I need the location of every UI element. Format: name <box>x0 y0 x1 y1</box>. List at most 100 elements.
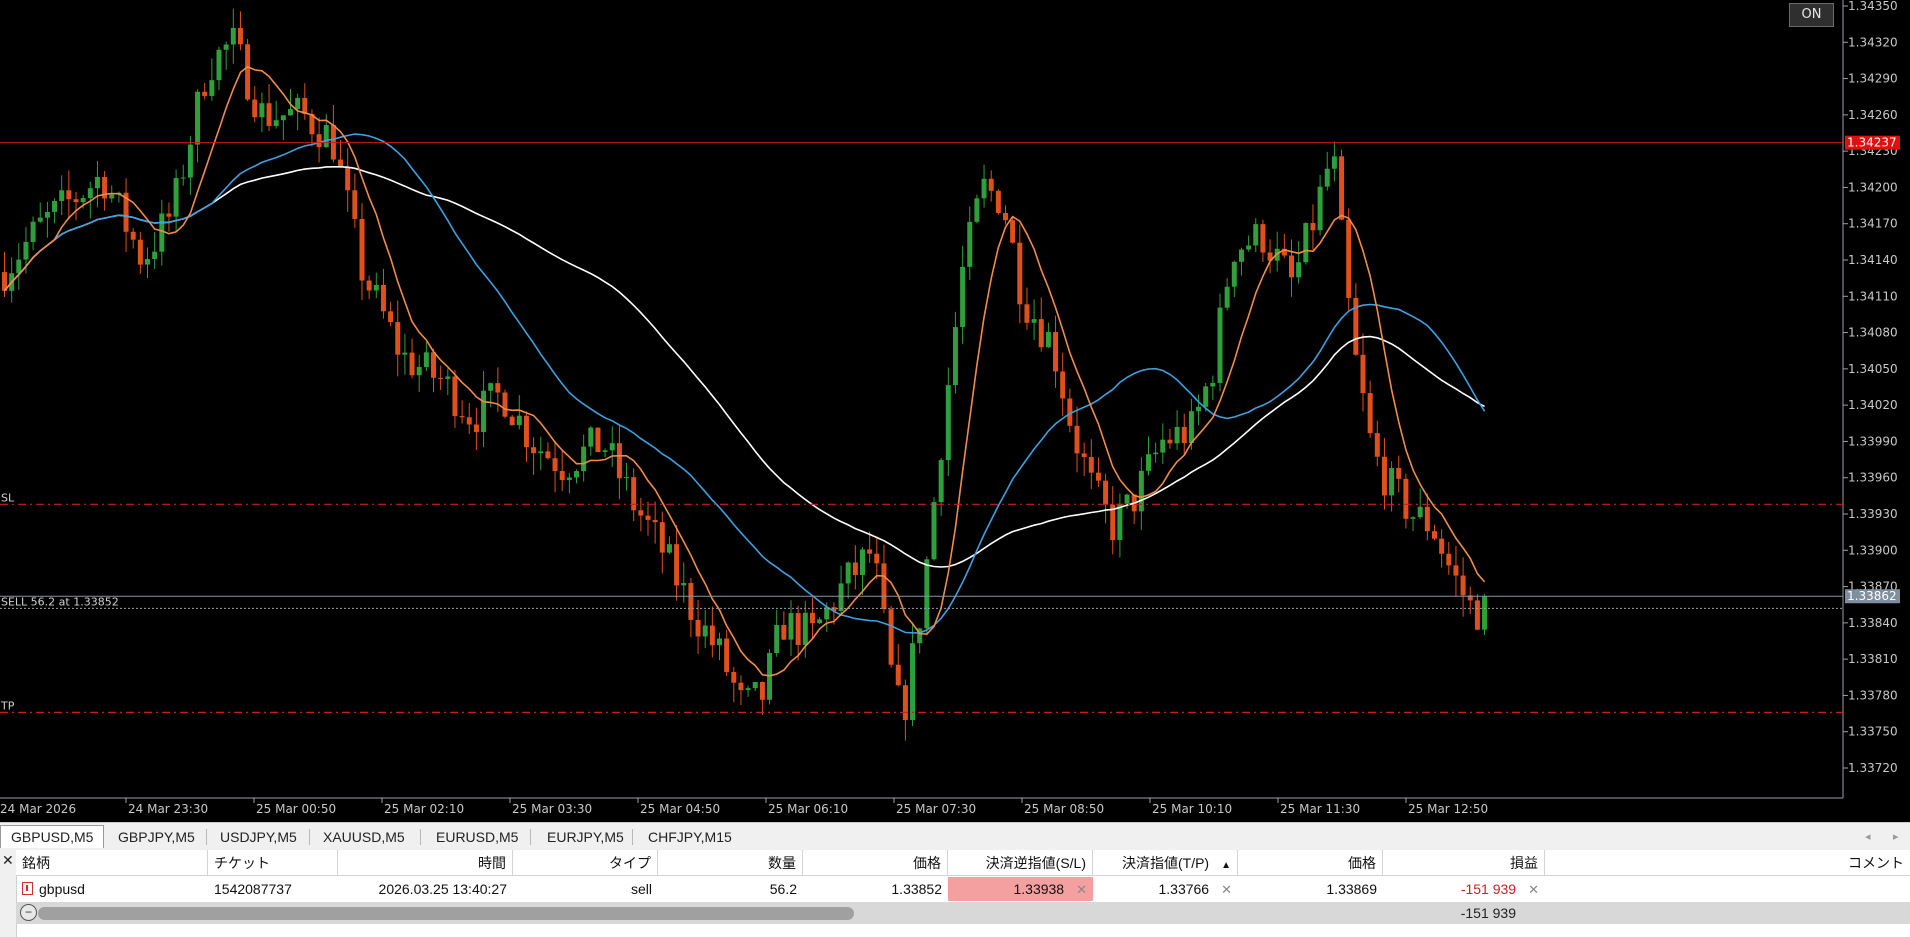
column-header-ticket[interactable]: チケット <box>208 850 338 876</box>
bull-candle <box>259 103 265 118</box>
bull-candle <box>717 638 722 646</box>
bear-candle <box>674 544 680 586</box>
column-header-current-price[interactable]: 価格 <box>1238 850 1383 876</box>
bull-candle <box>1210 382 1216 387</box>
column-header-time[interactable]: 時間 <box>338 850 513 876</box>
column-header-label: 数量 <box>768 855 796 871</box>
bull-candle <box>974 198 980 222</box>
bear-candle <box>316 134 322 148</box>
price-chart[interactable]: 1.34350 1.34320 1.34290 1.34260 1.34230 1.342… <box>0 0 1910 822</box>
tab-separator <box>420 829 421 845</box>
bear-candle <box>266 103 272 126</box>
bull-candle <box>860 549 865 575</box>
bull-candle <box>681 583 687 586</box>
price-tick-label: 1.33780 <box>1848 688 1898 702</box>
column-header-volume[interactable]: 数量 <box>658 850 803 876</box>
bull-candle <box>30 221 36 242</box>
chart-canvas[interactable]: 1.343501.343201.342901.342601.342301.342… <box>0 0 1910 822</box>
bull-candle <box>952 327 958 386</box>
horizontal-scrollbar[interactable]: − <box>16 902 1910 924</box>
sort-ascending-icon: ▲ <box>1221 860 1231 871</box>
tab-gbpusd-m5[interactable]: GBPUSD,M5 <box>0 825 105 848</box>
cell-profit[interactable]: -151 939 ✕ <box>1383 877 1545 901</box>
bear-candle <box>638 510 644 516</box>
bull-candle <box>1138 470 1144 512</box>
bull-candle <box>187 144 193 178</box>
collapse-circle-icon[interactable]: − <box>20 904 37 921</box>
column-header-label: コメント <box>1848 855 1904 871</box>
price-tick-label: 1.33960 <box>1848 471 1898 485</box>
cell-stop-loss[interactable]: 1.33938 ✕ <box>948 877 1093 901</box>
price-tick-label: 1.34350 <box>1848 0 1898 13</box>
bear-candle <box>902 685 908 720</box>
bear-candle <box>738 682 744 691</box>
bull-candle <box>967 221 973 267</box>
bear-candle <box>595 427 601 453</box>
bear-candle <box>531 447 537 454</box>
bull-candle <box>223 44 229 50</box>
bull-candle <box>1117 503 1123 541</box>
column-header-tp[interactable]: 決済指値(T/P) ▲ <box>1093 850 1238 876</box>
bull-candle <box>910 643 916 720</box>
on-button[interactable]: ON <box>1789 3 1834 27</box>
bull-candle <box>838 583 844 611</box>
column-header-sl[interactable]: 決済逆指値(S/L) <box>948 850 1093 876</box>
take-profit-value: 1.33766 <box>1158 881 1210 897</box>
bull-candle <box>16 259 22 274</box>
column-header-profit[interactable]: 損益 <box>1383 850 1545 876</box>
bull-candle <box>416 366 422 376</box>
tab-separator <box>309 829 310 845</box>
tab-usdjpy-m5[interactable]: USDJPY,M5 <box>210 826 307 848</box>
bull-candle <box>488 383 494 391</box>
bull-candle <box>802 612 808 645</box>
close-position-icon[interactable]: ✕ <box>1528 882 1539 897</box>
cell-time: 2026.03.25 13:40:27 <box>378 881 507 897</box>
tabs-scroll-left-icon[interactable]: ◂ <box>1865 826 1871 848</box>
bull-candle <box>402 352 408 355</box>
bull-candle <box>445 376 451 379</box>
cell-take-profit[interactable]: 1.33766 ✕ <box>1093 877 1238 901</box>
bull-candle <box>323 124 329 148</box>
bull-candle <box>230 27 236 45</box>
bear-candle <box>73 199 79 203</box>
bull-candle <box>609 443 615 451</box>
bull-candle <box>624 477 630 479</box>
tabs-scroll-right-icon[interactable]: ▸ <box>1893 826 1899 848</box>
scrollbar-thumb[interactable] <box>38 907 854 920</box>
tab-eurjpy-m5[interactable]: EURJPY,M5 <box>537 826 634 848</box>
remove-tp-icon[interactable]: ✕ <box>1221 882 1232 897</box>
time-tick-label: 25 Mar 07:30 <box>896 802 976 816</box>
bear-candle <box>1339 156 1345 220</box>
cell-volume: 56.2 <box>769 881 797 897</box>
bear-candle <box>66 190 72 200</box>
bull-candle <box>745 688 751 691</box>
chart-tabs-bar: GBPUSD,M5 GBPJPY,M5 USDJPY,M5 XAUUSD,M5 … <box>0 822 1910 852</box>
column-header-price[interactable]: 価格 <box>803 850 948 876</box>
bull-candle <box>666 544 672 553</box>
time-tick-label: 25 Mar 12:50 <box>1408 802 1488 816</box>
bear-candle <box>1003 213 1008 221</box>
column-header-comment[interactable]: コメント <box>1545 850 1910 876</box>
bear-candle <box>709 625 715 646</box>
price-tick-label: 1.34110 <box>1848 289 1898 303</box>
tab-xauusd-m5[interactable]: XAUUSD,M5 <box>313 826 415 848</box>
bull-candle <box>774 624 780 654</box>
bull-candle <box>817 619 823 624</box>
tab-eurusd-m5[interactable]: EURUSD,M5 <box>426 826 528 848</box>
bull-candle <box>924 559 930 629</box>
bull-candle <box>280 115 286 121</box>
column-header-symbol[interactable]: 銘柄 <box>16 850 208 876</box>
tab-chfjpy-m15[interactable]: CHFJPY,M15 <box>638 826 742 848</box>
remove-sl-icon[interactable]: ✕ <box>1076 882 1087 897</box>
bull-candle <box>752 681 758 689</box>
bull-candle <box>373 284 379 291</box>
bear-candle <box>137 239 143 265</box>
bear-candle <box>431 352 436 378</box>
close-terminal-icon[interactable]: ✕ <box>2 852 14 869</box>
terminal-side-strip: ✕ <box>0 850 17 937</box>
bear-candle <box>1010 220 1016 243</box>
bull-candle <box>1124 494 1130 504</box>
bear-candle <box>1074 425 1080 454</box>
tab-gbpjpy-m5[interactable]: GBPJPY,M5 <box>108 826 205 848</box>
column-header-type[interactable]: タイプ <box>513 850 658 876</box>
